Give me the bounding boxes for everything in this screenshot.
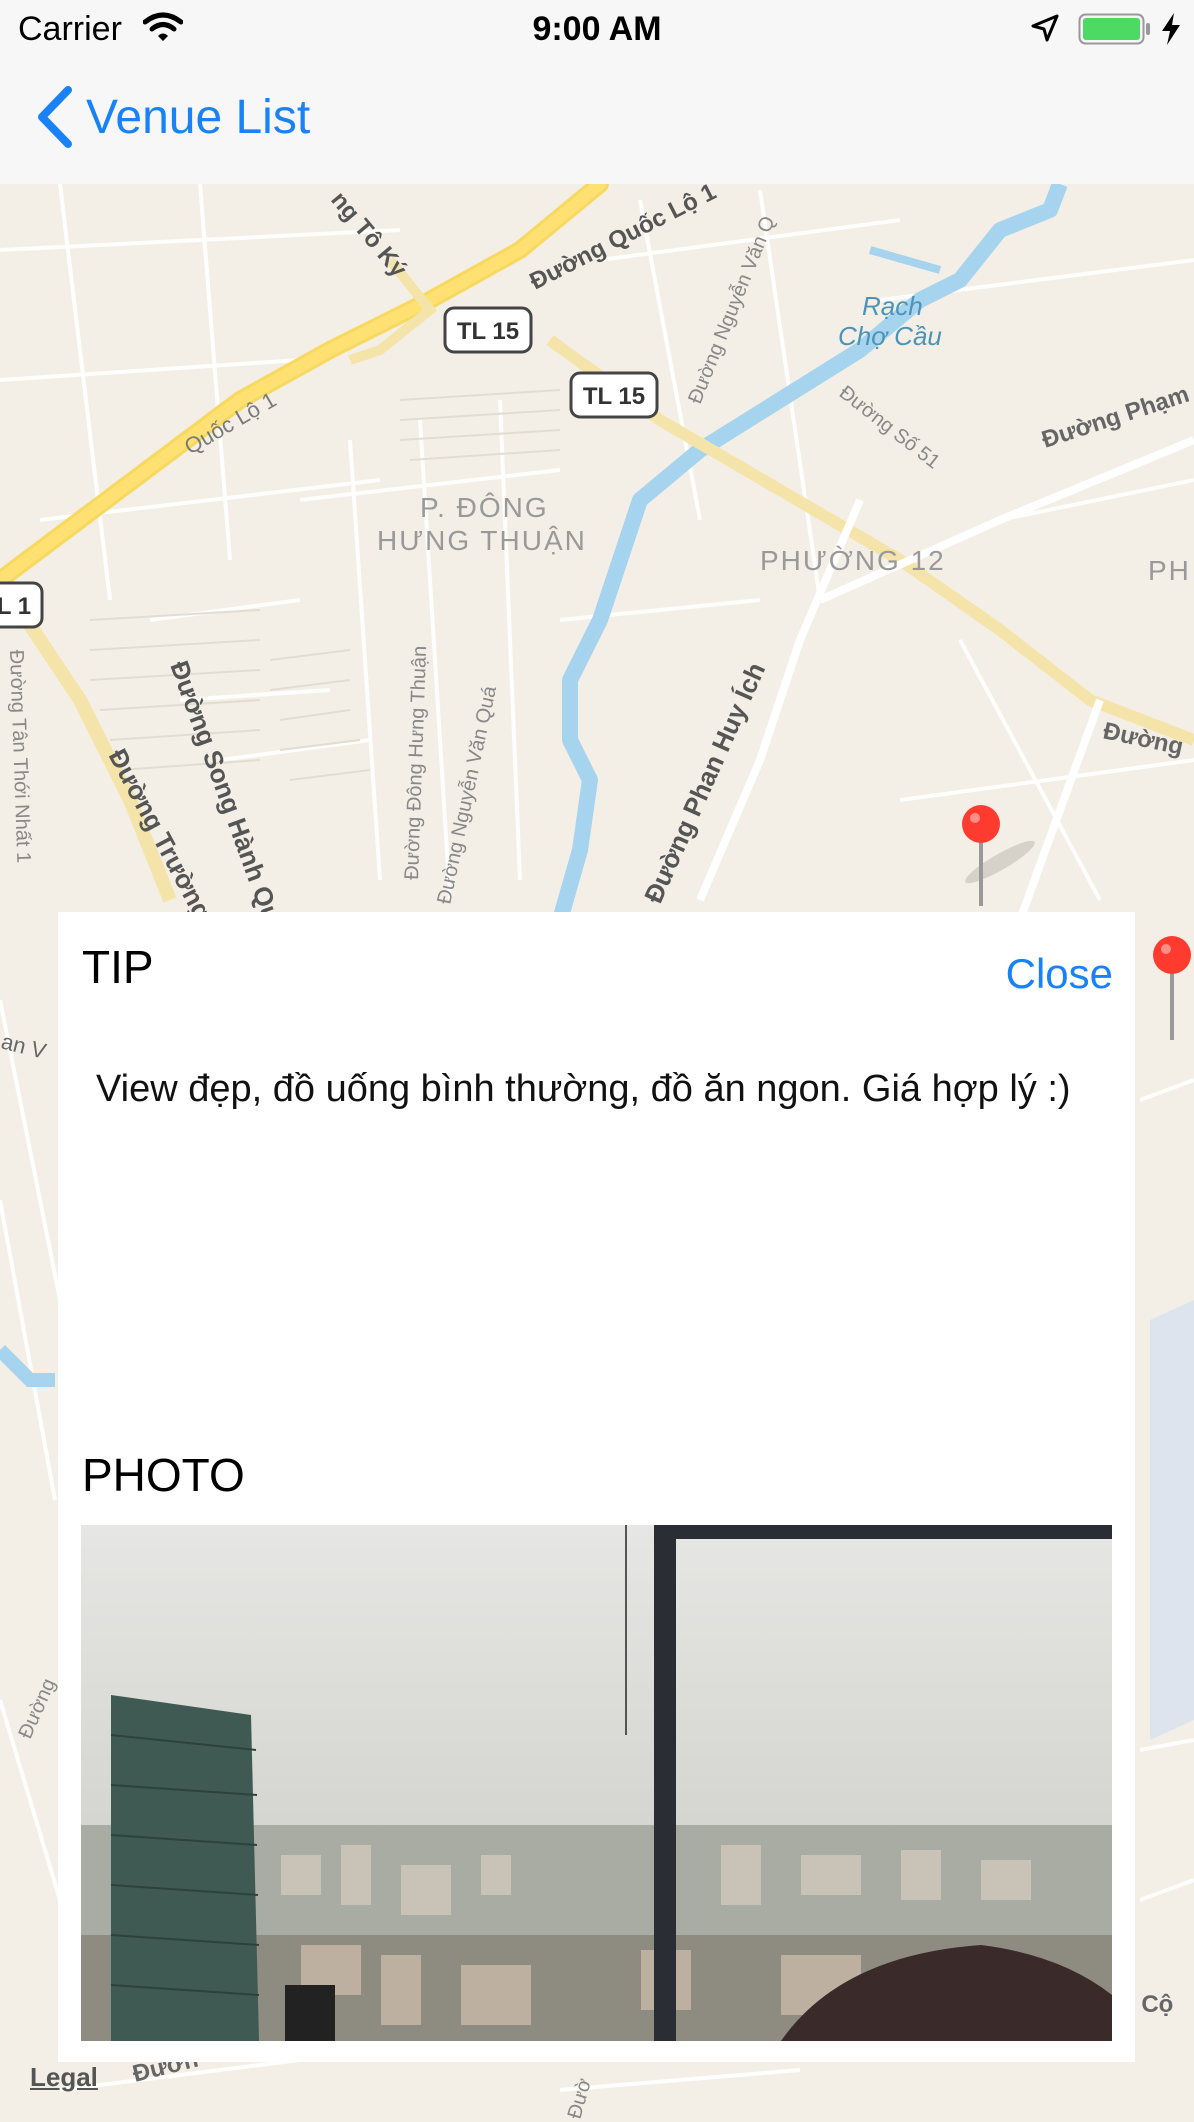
map-legal-link[interactable]: Legal [30, 2062, 98, 2093]
map-label: Đường Đông Hưng Thuận [401, 645, 431, 880]
map-pin[interactable] [1153, 936, 1191, 1040]
road-shield-tl15: TL 15 [583, 383, 645, 410]
close-button[interactable]: Close [1006, 950, 1113, 998]
back-button-label: Venue List [86, 90, 311, 144]
status-bar: Carrier 9:00 AM [0, 0, 1194, 58]
battery-icon [1078, 13, 1150, 45]
photo-heading: PHOTO [82, 1449, 245, 1501]
map-label: Đường Tân Thới Nhất 1 [5, 649, 34, 863]
map-label: Rạch [862, 291, 923, 321]
tip-panel: TIP Close View đẹp, đồ uống bình thường,… [58, 912, 1135, 2062]
map-label: PH [1148, 555, 1191, 586]
map-label: an V [0, 1029, 49, 1064]
status-time: 9:00 AM [532, 10, 662, 48]
tip-text: View đẹp, đồ uống bình thường, đồ ăn ngo… [96, 1068, 1071, 1110]
venue-photo [81, 1525, 1112, 2041]
map-label: Chợ Cầu [838, 321, 942, 351]
chevron-left-icon [38, 86, 72, 148]
tip-heading: TIP [82, 941, 154, 993]
back-button[interactable]: Venue List [36, 86, 310, 148]
location-arrow-icon [1031, 14, 1059, 42]
map-label: Đườ [564, 2076, 596, 2121]
map-label: PHƯỜNG 12 [760, 545, 946, 576]
road-shield-ql1: L 1 [0, 593, 31, 620]
map-label: Đường Trường [103, 744, 218, 925]
map-label: P. ĐÔNG [420, 492, 549, 523]
map-label: Đường Quốc Lộ 1 [525, 184, 720, 295]
navigation-bar: Venue List [0, 58, 1194, 184]
map-label: HƯNG THUẬN [377, 525, 587, 556]
road-shield-tl15: TL 15 [457, 318, 519, 345]
map-label: Đường Số 51 [835, 382, 944, 474]
map-label: Đường Phạm [1039, 381, 1193, 454]
map-label: Đường [14, 1675, 60, 1742]
charging-bolt-icon [1162, 13, 1180, 45]
